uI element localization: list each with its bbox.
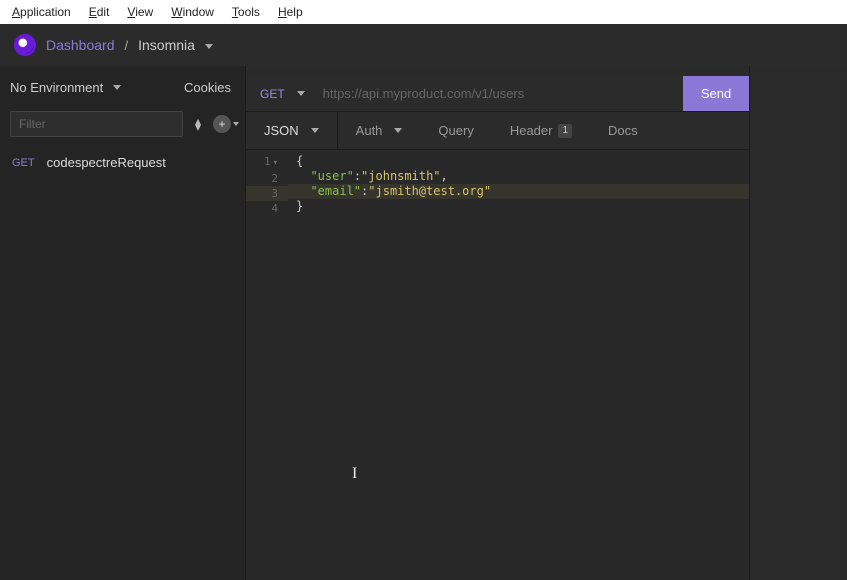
body-editor[interactable]: 1▾ 2 3 4 { "user":"johnsmith", "email":"…	[246, 150, 749, 580]
chevron-down-icon	[394, 128, 402, 133]
sort-icon[interactable]: ▴▾	[195, 118, 201, 130]
chevron-down-icon	[311, 128, 319, 133]
app-header: Dashboard / Insomnia	[0, 24, 847, 66]
environment-dropdown[interactable]: No Environment	[10, 80, 121, 95]
main-area: GET Send JSON Auth Query	[246, 66, 847, 580]
add-request-button[interactable]: +	[213, 115, 231, 133]
breadcrumb-root[interactable]: Dashboard	[46, 37, 115, 53]
url-input[interactable]	[319, 76, 683, 111]
method-dropdown[interactable]: GET	[246, 76, 319, 111]
send-button[interactable]: Send	[683, 76, 749, 111]
sidebar-top-row: No Environment Cookies	[0, 66, 245, 105]
workspace: No Environment Cookies ▴▾ + GET codespec…	[0, 66, 847, 580]
menu-window[interactable]: Window	[163, 3, 222, 21]
request-method-label: GET	[12, 157, 35, 169]
url-bar: GET Send	[246, 76, 749, 112]
response-panel	[750, 66, 847, 580]
tab-header[interactable]: Header 1	[492, 112, 590, 149]
tab-body[interactable]: JSON	[246, 112, 338, 149]
request-panel: GET Send JSON Auth Query	[246, 66, 750, 580]
tab-query[interactable]: Query	[420, 112, 491, 149]
sidebar: No Environment Cookies ▴▾ + GET codespec…	[0, 66, 246, 580]
menu-edit[interactable]: Edit	[81, 3, 118, 21]
sidebar-tools: ▴▾ +	[0, 105, 245, 147]
menu-help[interactable]: Help	[270, 3, 311, 21]
request-tabs: JSON Auth Query Header 1 Docs	[246, 112, 749, 150]
tab-docs[interactable]: Docs	[590, 112, 656, 149]
menu-tools[interactable]: Tools	[224, 3, 268, 21]
editor-code[interactable]: { "user":"johnsmith", "email":"jsmith@te…	[288, 150, 749, 218]
editor-gutter: 1▾ 2 3 4	[246, 150, 288, 580]
menu-application[interactable]: Application	[4, 3, 79, 21]
chevron-down-icon	[297, 91, 305, 96]
os-menubar: Application Edit View Window Tools Help	[0, 0, 847, 24]
app-logo-icon	[14, 34, 36, 56]
header-count-badge: 1	[558, 124, 572, 138]
request-list-item[interactable]: GET codespectreRequest	[0, 147, 245, 178]
request-name-label: codespectreRequest	[47, 155, 166, 170]
chevron-down-icon	[205, 44, 213, 49]
chevron-down-icon	[113, 85, 121, 90]
menu-view[interactable]: View	[119, 3, 161, 21]
filter-input[interactable]	[10, 111, 183, 137]
cookies-button[interactable]: Cookies	[184, 80, 231, 95]
breadcrumb-sep: /	[125, 38, 129, 53]
app-root: Application Edit View Window Tools Help …	[0, 0, 847, 580]
tab-auth[interactable]: Auth	[338, 112, 421, 149]
breadcrumb-current[interactable]: Insomnia	[138, 37, 212, 53]
